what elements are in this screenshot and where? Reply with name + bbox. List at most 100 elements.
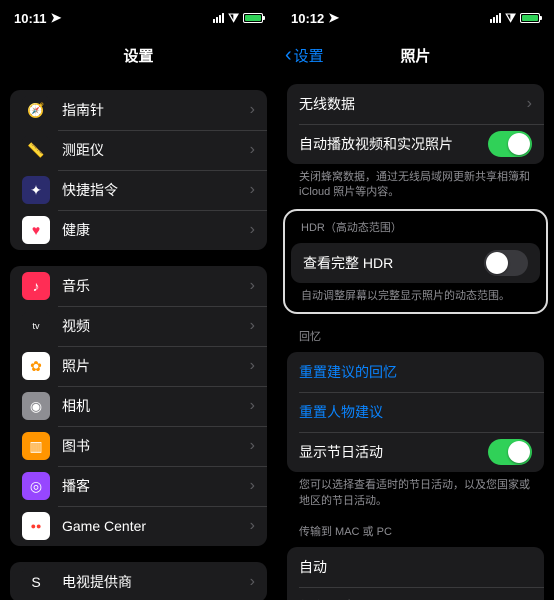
chevron-right-icon: › [527,95,532,113]
page-title: 照片 [400,45,430,66]
settings-row[interactable]: ●● Game Center› [10,506,267,546]
chevron-right-icon: › [250,517,255,535]
toggle[interactable] [488,439,532,465]
transfer-option-row[interactable]: 保留原片✓ [287,587,544,600]
row-label: Game Center [62,518,250,534]
status-indicators: ⧩ [490,11,540,26]
nav-bar: ‹ 设置 照片 [277,36,554,74]
reset-link-row[interactable]: 重置人物建议 [287,392,544,432]
chevron-right-icon: › [250,181,255,199]
holiday-footer: 您可以选择查看适时的节日活动，以及您国家或地区的节日活动。 [277,472,554,509]
reset-link-row[interactable]: 重置建议的回忆 [287,352,544,392]
row-label: 显示节日活动 [299,442,488,462]
wifi-icon: ⧩ [228,11,239,26]
battery-icon [243,13,263,23]
location-icon: ➤ [328,10,339,26]
row-label: 快捷指令 [62,180,250,200]
settings-row[interactable]: ♥ 健康› [10,210,267,250]
settings-row[interactable]: ◉ 相机› [10,386,267,426]
hdr-header: HDR（高动态范围） [285,213,546,239]
row-label: 电视提供商 [62,572,250,592]
settings-row[interactable]: 📏 测距仪› [10,130,267,170]
chevron-left-icon: ‹ [285,44,292,67]
tvprovider-icon: S [22,568,50,596]
transfer-header: 传输到 MAC 或 PC [277,509,554,543]
ruler-icon: 📏 [22,136,50,164]
hdr-toggle[interactable] [484,250,528,276]
settings-row[interactable]: ◎ 播客› [10,466,267,506]
settings-group: ♪音乐›tv视频›✿照片›◉相机›▥图书›◎播客›●●Game Center› [10,266,267,546]
tv-icon: tv [22,312,50,340]
compass-icon: 🧭 [22,96,50,124]
health-icon: ♥ [22,216,50,244]
settings-group: S 电视提供商› [10,562,267,600]
settings-row[interactable]: 🧭 指南针› [10,90,267,130]
row-label: 重置人物建议 [299,402,532,422]
transfer-group: 自动保留原片✓ [287,547,544,600]
status-time: 10:12 [291,11,324,26]
settings-row[interactable]: 自动播放视频和实况照片 [287,124,544,164]
chevron-right-icon: › [250,397,255,415]
camera-icon: ◉ [22,392,50,420]
cellular-footer: 关闭蜂窝数据，通过无线局域网更新共享相簿和 iCloud 照片等内容。 [277,164,554,201]
memories-header: 回忆 [277,314,554,348]
row-label: 指南针 [62,100,250,120]
shortcuts-icon: ✦ [22,176,50,204]
row-label: 相机 [62,396,250,416]
settings-row[interactable]: tv 视频› [10,306,267,346]
wifi-icon: ⧩ [505,11,516,26]
chevron-right-icon: › [250,573,255,591]
settings-row[interactable]: ✿ 照片› [10,346,267,386]
photos-icon: ✿ [22,352,50,380]
show-holiday-row[interactable]: 显示节日活动 [287,432,544,472]
toggle[interactable] [488,131,532,157]
back-button[interactable]: ‹ 设置 [285,44,324,67]
settings-row[interactable]: ♪ 音乐› [10,266,267,306]
cellular-icon [213,13,224,23]
music-icon: ♪ [22,272,50,300]
settings-root-panel: 10:11 ➤ ⧩ 设置 🧭指南针›📏测距仪›✦快捷指令›♥健康›♪音乐›tv视… [0,0,277,600]
location-icon: ➤ [51,10,62,26]
transfer-option-row[interactable]: 自动 [287,547,544,587]
row-label: 音乐 [62,276,250,296]
chevron-right-icon: › [250,357,255,375]
hdr-group: 查看完整 HDR [291,243,540,283]
chevron-right-icon: › [250,221,255,239]
settings-row[interactable]: ▥ 图书› [10,426,267,466]
status-bar: 10:11 ➤ ⧩ [0,0,277,36]
row-label: 测距仪 [62,140,250,160]
memories-group: 重置建议的回忆重置人物建议显示节日活动 [287,352,544,472]
cellular-group: 无线数据› 自动播放视频和实况照片 [287,84,544,164]
row-label: 自动播放视频和实况照片 [299,134,488,154]
chevron-right-icon: › [250,437,255,455]
podcasts-icon: ◎ [22,472,50,500]
settings-row[interactable]: ✦ 快捷指令› [10,170,267,210]
chevron-right-icon: › [250,101,255,119]
row-label: 重置建议的回忆 [299,362,532,382]
books-icon: ▥ [22,432,50,460]
chevron-right-icon: › [250,277,255,295]
row-label: 照片 [62,356,250,376]
settings-group: 🧭指南针›📏测距仪›✦快捷指令›♥健康› [10,90,267,250]
chevron-right-icon: › [250,141,255,159]
nav-bar: 设置 [0,36,277,74]
settings-row[interactable]: S 电视提供商› [10,562,267,600]
row-label: 视频 [62,316,250,336]
row-label: 健康 [62,220,250,240]
gamecenter-icon: ●● [22,512,50,540]
row-label: 图书 [62,436,250,456]
row-label: 自动 [299,557,532,577]
status-indicators: ⧩ [213,11,263,26]
row-label: 播客 [62,476,250,496]
chevron-right-icon: › [250,477,255,495]
photos-settings-panel: 10:12 ➤ ⧩ ‹ 设置 照片 无线数据› 自动播放视频和实况照片 关闭蜂窝数… [277,0,554,600]
status-time: 10:11 [14,11,47,26]
settings-row[interactable]: 无线数据› [287,84,544,124]
chevron-right-icon: › [250,317,255,335]
status-bar: 10:12 ➤ ⧩ [277,0,554,36]
battery-icon [520,13,540,23]
view-full-hdr-row[interactable]: 查看完整 HDR [291,243,540,283]
page-title: 设置 [123,45,153,66]
hdr-highlight: HDR（高动态范围） 查看完整 HDR 自动调整屏幕以完整显示照片的动态范围。 [283,209,548,314]
row-label: 查看完整 HDR [303,253,484,273]
